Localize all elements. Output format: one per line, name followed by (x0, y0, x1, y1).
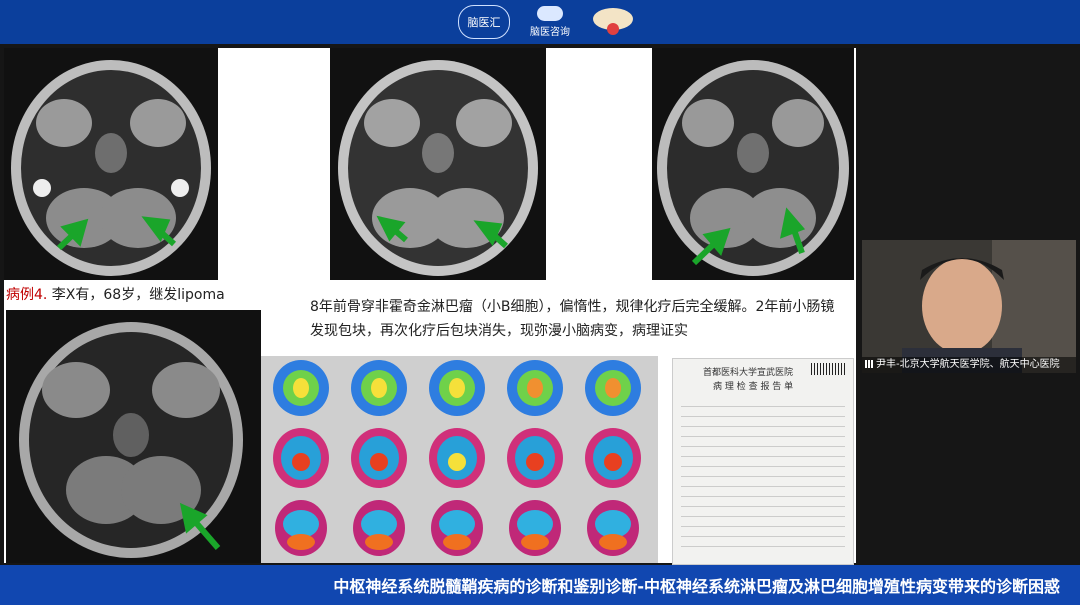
naoyi-zixun-logo: 脑医咨询 (524, 6, 576, 38)
mri-scan-3 (652, 48, 854, 280)
lr-orientation-mark: L R (576, 170, 595, 181)
signal-icon (865, 360, 873, 368)
mri-scan-1 (4, 48, 218, 280)
case-patient-info: 李X有，68岁，继发lipoma (47, 287, 225, 303)
presentation-slide: L R L R 病例4. 李X有，68岁，继发lipoma 8年前骨穿非霍奇金淋… (4, 48, 856, 565)
case-number: 病例4. (6, 287, 48, 303)
report-hospital: 首都医科大学宣武医院 (703, 368, 794, 378)
speaker-label: 尹丰-北京大学航天医学院、航天中心医院 (876, 359, 1060, 370)
logo-label: 脑医咨询 (530, 27, 570, 38)
top-bar: 脑医汇 脑医咨询 (0, 0, 1080, 44)
presentation-title: 中枢神经系统脱髓鞘疾病的诊断和鉴别诊断-中枢神经系统淋巴瘤及淋巴细胞增殖性病变带… (333, 577, 1060, 596)
logo-group: 脑医汇 脑医咨询 (458, 5, 636, 39)
mri-scan-4 (6, 310, 261, 563)
speaker-name-bar: 尹丰-北京大学航天医学院、航天中心医院 (862, 357, 1076, 373)
cloud-icon (537, 6, 563, 21)
speaker-video[interactable]: 尹丰-北京大学航天医学院、航天中心医院 (862, 240, 1076, 373)
case-caption: 病例4. 李X有，68岁，继发lipoma (6, 284, 261, 306)
lr-orientation-mark: L R (256, 170, 275, 181)
logo-label: 脑医汇 (467, 16, 501, 29)
report-title: 病 理 检 查 报 告 单 (713, 382, 794, 392)
mri-scan-2 (330, 48, 546, 280)
barcode-icon (811, 363, 847, 375)
footer-title-banner: 中枢神经系统脱髓鞘疾病的诊断和鉴别诊断-中枢神经系统淋巴瘤及淋巴细胞增殖性病变带… (0, 565, 1080, 605)
brain-heart-logo (590, 6, 636, 38)
pathology-report: 首都医科大学宣武医院 病 理 检 查 报 告 单 (672, 358, 854, 565)
pet-scan-grid (261, 356, 658, 563)
naoyihui-logo: 脑医汇 (458, 5, 510, 39)
case-description: 8年前骨穿非霍奇金淋巴瘤（小B细胞），偏惰性，规律化疗后完全缓解。2年前小肠镜发… (310, 299, 835, 339)
report-lines (681, 397, 845, 547)
